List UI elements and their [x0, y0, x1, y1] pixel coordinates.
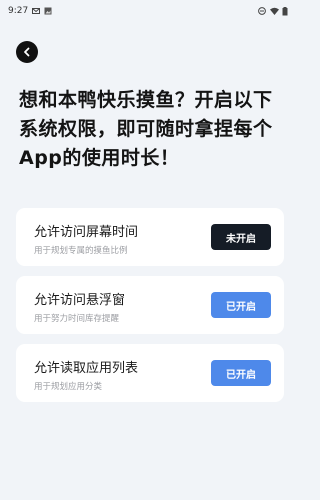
permission-card-overlay: 允许访问悬浮窗 用于努力时间库存提醒 已开启 [16, 276, 284, 334]
mail-icon [32, 7, 41, 15]
permission-title: 允许访问屏幕时间 [34, 225, 139, 240]
status-right [258, 7, 290, 16]
permission-title: 允许访问悬浮窗 [34, 293, 126, 308]
permission-subtitle: 用于努力时间库存提醒 [34, 314, 120, 324]
overlay-toggle-button[interactable]: 已开启 [211, 292, 271, 318]
wifi-icon [270, 7, 279, 15]
headline-line-2: 系统权限，即可随时拿捏每个 [19, 118, 273, 140]
battery-icon [282, 7, 290, 16]
status-time: 9:27 [8, 6, 29, 16]
app-list-toggle-button[interactable]: 已开启 [211, 360, 271, 386]
permission-card-screen-time: 允许访问屏幕时间 用于规划专属的摸鱼比例 未开启 [16, 208, 284, 266]
screen-time-toggle-button[interactable]: 未开启 [211, 224, 271, 250]
headline-line-1: 想和本鸭快乐摸鱼？开启以下 [19, 89, 273, 111]
dnd-icon [258, 7, 266, 15]
status-left: 9:27 [8, 6, 52, 16]
status-bar: 9:27 [0, 0, 300, 22]
permission-subtitle: 用于规划专属的摸鱼比例 [34, 246, 128, 256]
page-headline: 想和本鸭快乐摸鱼？开启以下 系统权限，即可随时拿捏每个 App的使用时长！ [19, 86, 289, 173]
permission-subtitle: 用于规划应用分类 [34, 382, 103, 392]
headline-line-3: App的使用时长！ [19, 147, 180, 169]
image-icon [44, 7, 52, 15]
permission-card-app-list: 允许读取应用列表 用于规划应用分类 已开启 [16, 344, 284, 402]
permission-title: 允许读取应用列表 [34, 361, 139, 376]
back-button[interactable] [16, 41, 38, 63]
chevron-left-icon [24, 47, 30, 57]
